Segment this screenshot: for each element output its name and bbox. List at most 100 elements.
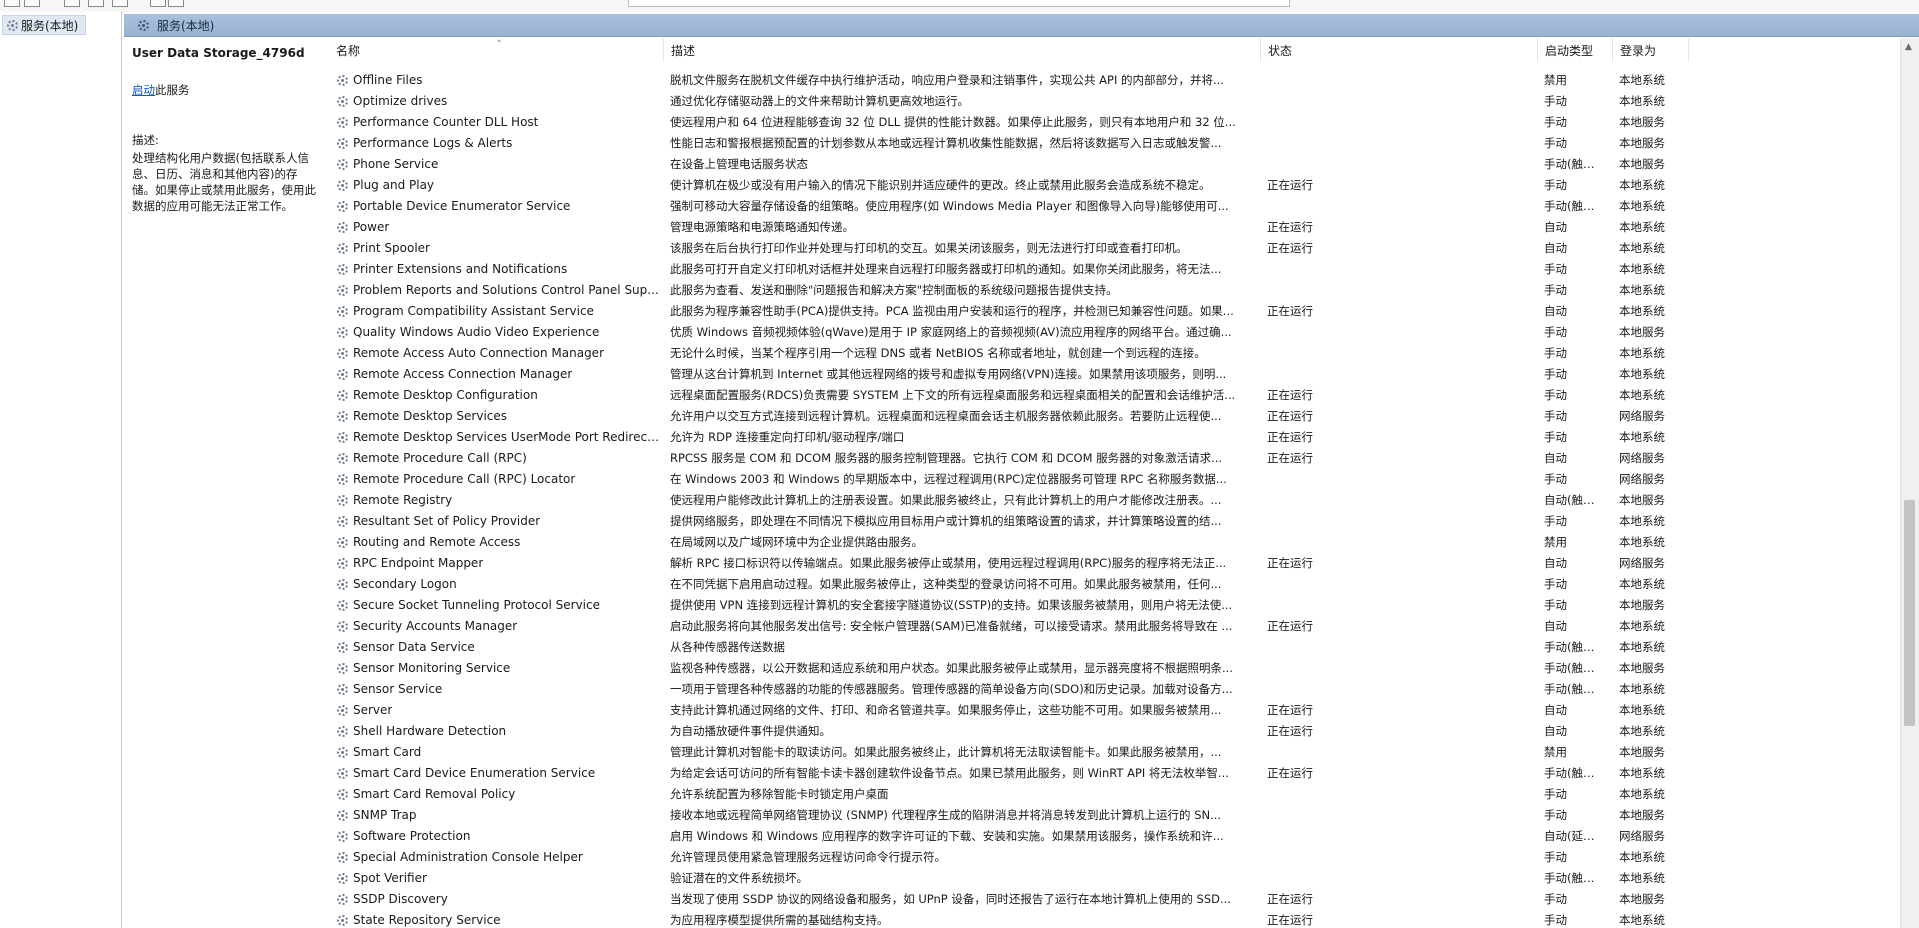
- table-row[interactable]: Remote Desktop Configuration 远程桌面配置服务(RDC…: [329, 385, 1895, 406]
- service-name-cell: Optimize drives: [337, 91, 661, 112]
- service-logon-as: 本地系统: [1619, 367, 1665, 381]
- service-name-cell: Secure Socket Tunneling Protocol Service: [337, 595, 661, 616]
- service-logon-as: 网络服务: [1619, 451, 1665, 465]
- table-row[interactable]: Remote Procedure Call (RPC) RPCSS 服务是 COM…: [329, 448, 1895, 469]
- table-row[interactable]: Special Administration Console Helper 允许管…: [329, 847, 1895, 868]
- table-row[interactable]: Portable Device Enumerator Service 强制可移动大…: [329, 196, 1895, 217]
- table-row[interactable]: Sensor Monitoring Service 监视各种传感器，以公开数据和适…: [329, 658, 1895, 679]
- table-row[interactable]: Plug and Play 使计算机在极少或没有用户输入的情况下能识别并适应硬件的…: [329, 175, 1895, 196]
- table-row[interactable]: Power 管理电源策略和电源策略通知传递。 正在运行 自动 本地系统: [329, 217, 1895, 238]
- toolbar-forward-icon[interactable]: [24, 0, 40, 7]
- vertical-scrollbar[interactable]: ▲: [1900, 38, 1919, 928]
- service-logon-as: 本地系统: [1619, 787, 1665, 801]
- table-row[interactable]: Performance Counter DLL Host 使远程用户和 64 位进…: [329, 112, 1895, 133]
- toolbar-view-icon[interactable]: [64, 0, 80, 7]
- table-row[interactable]: Security Accounts Manager 启动此服务将向其他服务发出信号…: [329, 616, 1895, 637]
- table-row[interactable]: Smart Card Removal Policy 允许系统配置为移除智能卡时锁定…: [329, 784, 1895, 805]
- table-row[interactable]: Secondary Logon 在不同凭据下启用启动过程。如果此服务被停止，这种类…: [329, 574, 1895, 595]
- table-row[interactable]: Problem Reports and Solutions Control Pa…: [329, 280, 1895, 301]
- description-text: 处理结构化用户数据(包括联系人信息、日历、消息和其他内容)的存储。如果停止或禁用…: [132, 151, 316, 213]
- service-name-cell: Smart Card Removal Policy: [337, 784, 661, 805]
- table-row[interactable]: Optimize drives 通过优化存储驱动器上的文件来帮助计算机更高效地运行…: [329, 91, 1895, 112]
- table-row[interactable]: Phone Service 在设备上管理电话服务状态 手动(触发... 本地服务: [329, 154, 1895, 175]
- column-header-startup[interactable]: 启动类型: [1538, 38, 1613, 62]
- service-status: 正在运行: [1267, 556, 1313, 570]
- service-startup-type: 手动: [1544, 787, 1567, 801]
- service-name-cell: Print Spooler: [337, 238, 661, 259]
- service-description: 从各种传感器传送数据: [670, 640, 785, 654]
- table-row[interactable]: Performance Logs & Alerts 性能日志和警报根据预配置的计划…: [329, 133, 1895, 154]
- table-row[interactable]: Remote Procedure Call (RPC) Locator 在 Win…: [329, 469, 1895, 490]
- table-row[interactable]: Remote Access Auto Connection Manager 无论什…: [329, 343, 1895, 364]
- table-row[interactable]: Secure Socket Tunneling Protocol Service…: [329, 595, 1895, 616]
- tree-item-services-local[interactable]: 服务(本地): [2, 15, 86, 35]
- toolbar-properties-icon[interactable]: [88, 0, 104, 7]
- service-name-cell: Shell Hardware Detection: [337, 721, 661, 742]
- table-row[interactable]: Quality Windows Audio Video Experience 优质…: [329, 322, 1895, 343]
- start-service-link[interactable]: 启动: [132, 83, 155, 97]
- service-status: [1267, 343, 1477, 364]
- toolbar-console-icon[interactable]: [150, 0, 166, 7]
- service-status: 正在运行: [1267, 430, 1313, 444]
- column-header-logon[interactable]: 登录为: [1613, 38, 1689, 62]
- service-logon-as: 本地系统: [1619, 640, 1665, 654]
- table-row[interactable]: Remote Access Connection Manager 管理从这台计算机…: [329, 364, 1895, 385]
- table-row[interactable]: SNMP Trap 接收本地或远程简单网络管理协议 (SNMP) 代理程序生成的陷…: [329, 805, 1895, 826]
- toolbar-window-icon[interactable]: [168, 0, 184, 7]
- service-startup-type: 自动(延迟...: [1544, 829, 1604, 843]
- table-row[interactable]: Print Spooler 该服务在后台执行打印作业并处理与打印机的交互。如果关闭…: [329, 238, 1895, 259]
- service-name: Printer Extensions and Notifications: [353, 262, 568, 276]
- table-row[interactable]: Smart Card Device Enumeration Service 为给定…: [329, 763, 1895, 784]
- table-row[interactable]: Remote Registry 使远程用户能修改此计算机上的注册表设置。如果此服务…: [329, 490, 1895, 511]
- gear-icon: [337, 474, 348, 485]
- table-row[interactable]: State Repository Service 为应用程序模型提供所需的基础结构…: [329, 910, 1895, 928]
- service-description: 管理电源策略和电源策略通知传递。: [670, 220, 854, 234]
- toolbar-help-icon[interactable]: [112, 0, 128, 7]
- table-row[interactable]: Sensor Service 一项用于管理各种传感器的功能的传感器服务。管理传感器…: [329, 679, 1895, 700]
- table-row[interactable]: Remote Desktop Services UserMode Port Re…: [329, 427, 1895, 448]
- service-startup-type: 自动: [1544, 451, 1567, 465]
- table-row[interactable]: Smart Card 管理此计算机对智能卡的取读访问。如果此服务被终止，此计算机将…: [329, 742, 1895, 763]
- service-name-cell: Software Protection: [337, 826, 661, 847]
- service-status: [1267, 532, 1477, 553]
- table-row[interactable]: Shell Hardware Detection 为自动播放硬件事件提供通知。 正在…: [329, 721, 1895, 742]
- table-row[interactable]: Sensor Data Service 从各种传感器传送数据 手动(触发... 本地系…: [329, 637, 1895, 658]
- service-logon-as: 本地系统: [1619, 850, 1665, 864]
- service-startup-type: 手动(触发...: [1544, 661, 1604, 675]
- scroll-thumb[interactable]: [1904, 500, 1915, 726]
- service-status: [1267, 826, 1477, 847]
- table-row[interactable]: Program Compatibility Assistant Service 此…: [329, 301, 1895, 322]
- table-row[interactable]: Spot Verifier 验证潜在的文件系统损坏。 手动(触发... 本地系统: [329, 868, 1895, 889]
- table-row[interactable]: Routing and Remote Access 在局域网以及广域网环境中为企业…: [329, 532, 1895, 553]
- table-row[interactable]: Remote Desktop Services 允许用户以交互方式连接到远程计算机…: [329, 406, 1895, 427]
- column-header-desc[interactable]: 描述: [664, 38, 1261, 62]
- service-name: Remote Procedure Call (RPC): [353, 451, 527, 465]
- service-startup-type: 手动(触发...: [1544, 766, 1604, 780]
- service-startup-type: 自动: [1544, 619, 1567, 633]
- table-row[interactable]: Offline Files 脱机文件服务在脱机文件缓存中执行维护活动，响应用户登录…: [329, 70, 1895, 91]
- gear-icon: [337, 159, 348, 170]
- table-row[interactable]: SSDP Discovery 当发现了使用 SSDP 协议的网络设备和服务，如 U…: [329, 889, 1895, 910]
- service-description: 启用 Windows 和 Windows 应用程序的数字许可证的下载、安装和实施…: [670, 829, 1224, 843]
- table-row[interactable]: Resultant Set of Policy Provider 提供网络服务，即…: [329, 511, 1895, 532]
- service-name: Optimize drives: [353, 94, 448, 108]
- table-row[interactable]: Software Protection 启用 Windows 和 Windows …: [329, 826, 1895, 847]
- column-header-startup-label: 启动类型: [1545, 44, 1594, 58]
- scroll-up-arrow-icon[interactable]: ▲: [1905, 42, 1912, 52]
- service-description: 在局域网以及广域网环境中为企业提供路由服务。: [670, 535, 923, 549]
- service-details-pane: User Data Storage_4796d 启动此服务 描述: 处理结构化用…: [124, 38, 327, 928]
- table-row[interactable]: Printer Extensions and Notifications 此服务可…: [329, 259, 1895, 280]
- service-logon-as: 本地系统: [1619, 73, 1665, 87]
- service-startup-type: 手动: [1544, 472, 1567, 486]
- toolbar-back-icon[interactable]: [4, 0, 20, 7]
- table-row[interactable]: Server 支持此计算机通过网络的文件、打印、和命名管道共享。如果服务停止，这些…: [329, 700, 1895, 721]
- service-name: Secondary Logon: [353, 577, 457, 591]
- service-status: [1267, 595, 1477, 616]
- service-logon-as: 本地系统: [1619, 577, 1665, 591]
- column-header-status[interactable]: 状态: [1261, 38, 1538, 62]
- table-row[interactable]: RPC Endpoint Mapper 解析 RPC 接口标识符以传输端点。如果此…: [329, 553, 1895, 574]
- service-startup-type: 手动: [1544, 850, 1567, 864]
- gear-icon: [337, 873, 348, 884]
- service-name-cell: Remote Procedure Call (RPC) Locator: [337, 469, 661, 490]
- service-logon-as: 本地服务: [1619, 808, 1665, 822]
